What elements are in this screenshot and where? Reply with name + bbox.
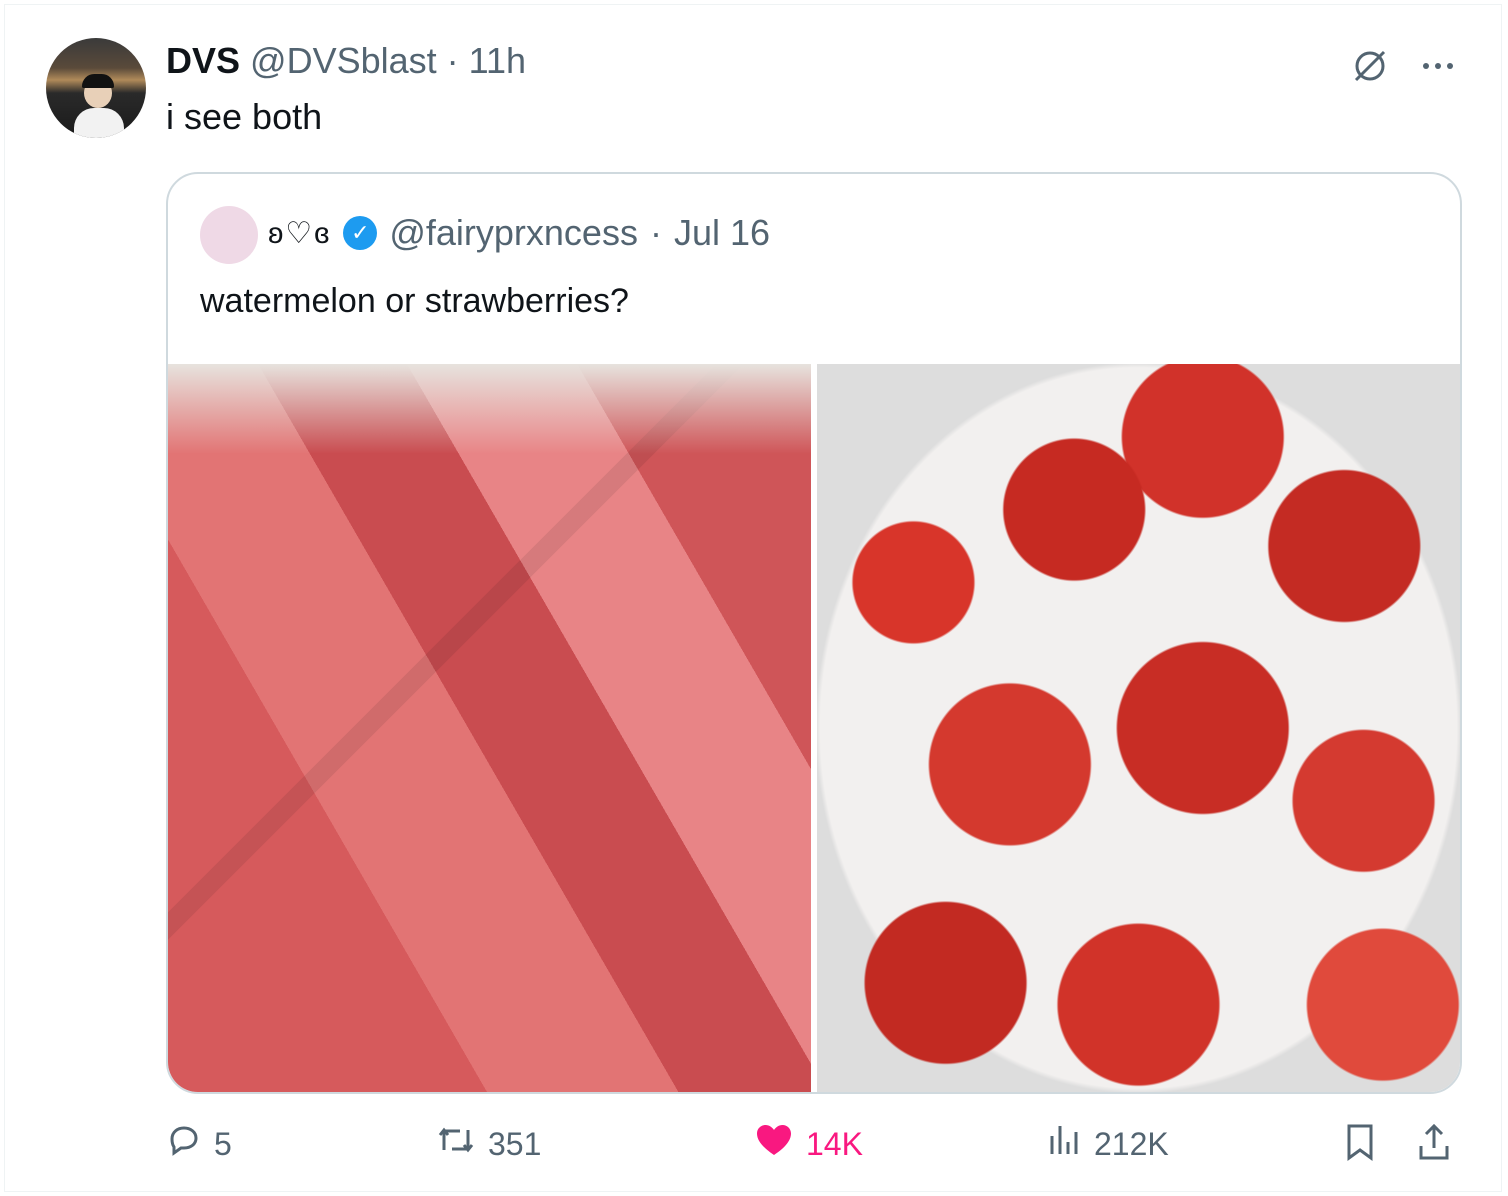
- separator-dot: ·: [446, 40, 459, 81]
- action-bar: 5 351 14K 212K: [166, 1122, 1462, 1172]
- quoted-media: [168, 364, 1460, 1092]
- bookmark-icon: [1342, 1122, 1378, 1171]
- quoted-tweet[interactable]: ʚ♡ɞ ✓ @fairyprxncess · Jul 16 watermelon…: [166, 172, 1462, 1094]
- share-icon: [1416, 1122, 1452, 1171]
- share-button[interactable]: [1416, 1122, 1452, 1171]
- quoted-display-name[interactable]: ʚ♡ɞ: [268, 216, 331, 251]
- like-count: 14K: [806, 1126, 863, 1162]
- quoted-text: watermelon or strawberries?: [200, 282, 629, 320]
- reply-count: 5: [214, 1126, 232, 1162]
- repost-icon: [436, 1122, 476, 1167]
- quoted-date[interactable]: Jul 16: [674, 212, 770, 254]
- like-button[interactable]: 14K: [754, 1122, 863, 1167]
- avatar-cap: [82, 74, 114, 88]
- more-icon[interactable]: [1418, 46, 1458, 95]
- quoted-header: ʚ♡ɞ ✓ @fairyprxncess · Jul 16: [268, 212, 770, 254]
- display-name[interactable]: DVS: [166, 40, 240, 82]
- quoted-separator: ·: [649, 212, 662, 253]
- views-count: 212K: [1094, 1126, 1169, 1162]
- tweet-top-actions: [1350, 46, 1458, 95]
- strawberries-photo[interactable]: [817, 364, 1460, 1092]
- bookmark-button[interactable]: [1342, 1122, 1378, 1171]
- watermelon-photo[interactable]: [168, 364, 811, 1092]
- reply-button[interactable]: 5: [166, 1122, 232, 1167]
- avatar[interactable]: [46, 38, 146, 138]
- views-button[interactable]: 212K: [1046, 1122, 1169, 1167]
- verified-icon: ✓: [343, 216, 378, 250]
- quoted-avatar[interactable]: [200, 206, 258, 264]
- repost-button[interactable]: 351: [436, 1122, 541, 1167]
- tweet-text: i see both: [166, 96, 323, 137]
- tweet-header: DVS @DVSblast · 11h: [166, 40, 526, 86]
- heart-icon: [754, 1122, 794, 1167]
- views-icon: [1046, 1122, 1082, 1167]
- reply-icon: [166, 1122, 202, 1167]
- avatar-shirt: [74, 108, 124, 138]
- timestamp[interactable]: 11h: [469, 40, 526, 82]
- handle[interactable]: @DVSblast: [250, 40, 437, 82]
- grok-icon[interactable]: [1350, 46, 1390, 95]
- quoted-handle[interactable]: @fairyprxncess: [389, 212, 638, 254]
- repost-count: 351: [488, 1126, 542, 1162]
